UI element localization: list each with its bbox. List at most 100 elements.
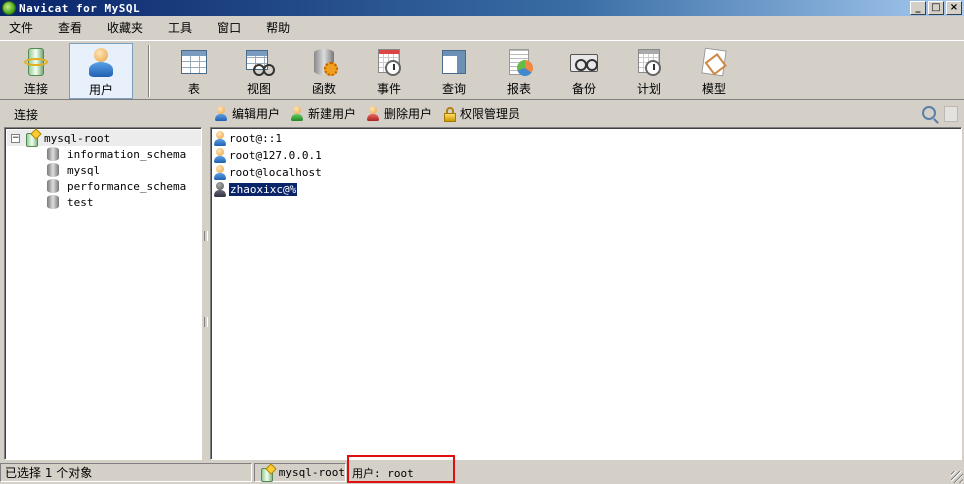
user-icon xyxy=(85,47,117,79)
close-button[interactable]: × xyxy=(946,1,962,15)
query-icon xyxy=(438,46,470,78)
new-user-button[interactable]: 新建用户 xyxy=(290,105,356,122)
toolbar-backup-label: 备份 xyxy=(571,82,596,96)
user-list-item[interactable]: root@localhost xyxy=(213,164,322,181)
toolbar-schedule-label: 计划 xyxy=(636,82,661,96)
user-icon xyxy=(213,130,227,147)
user-list[interactable]: root@::1 root@127.0.0.1 root@localhost z… xyxy=(210,127,962,460)
resize-grip[interactable] xyxy=(951,471,963,483)
event-icon xyxy=(373,46,405,78)
toolbar-connect-label: 连接 xyxy=(23,82,48,96)
toolbar-backup-button[interactable]: 备份 xyxy=(552,43,616,99)
view-mode-icon[interactable] xyxy=(944,106,958,122)
toolbar-report-label: 报表 xyxy=(506,82,531,96)
new-user-icon xyxy=(290,105,306,122)
toolbar-schedule-button[interactable]: 计划 xyxy=(617,43,681,99)
user-icon xyxy=(213,164,227,181)
toolbar-event-label: 事件 xyxy=(376,82,401,96)
delete-user-icon xyxy=(366,105,382,122)
status-user-text: 用户: root xyxy=(352,466,414,480)
database-icon xyxy=(47,163,59,177)
main-toolbar: 连接 用户 表 视图 函数 事件 查询 报表 备份 计划 模型 xyxy=(0,40,964,100)
user-actions: 编辑用户 新建用户 删除用户 权限管理员 xyxy=(214,105,530,122)
menu-bar: 文件 查看 收藏夹 工具 窗口 帮助 xyxy=(0,17,964,39)
toolbar-report-button[interactable]: 报表 xyxy=(487,43,551,99)
toolbar-user-label: 用户 xyxy=(88,83,113,97)
splitter-grip xyxy=(204,231,208,241)
status-user: 用户: root xyxy=(348,463,962,482)
user-list-item[interactable]: root@127.0.0.1 xyxy=(213,147,322,164)
toolbar-table-label: 表 xyxy=(187,82,200,96)
tree-connection-label: mysql-root xyxy=(44,131,111,145)
status-connection: mysql-root xyxy=(254,463,346,482)
toolbar-view-button[interactable]: 视图 xyxy=(227,43,291,99)
function-icon xyxy=(308,46,340,78)
menu-favorites[interactable]: 收藏夹 xyxy=(100,18,150,38)
collapse-icon[interactable]: − xyxy=(11,133,20,143)
toolbar-separator xyxy=(148,45,150,97)
tree-database-test[interactable]: test xyxy=(47,194,94,210)
object-toolbar: 连接 编辑用户 新建用户 删除用户 权限管理员 xyxy=(0,102,964,126)
user-name: root@127.0.0.1 xyxy=(229,149,322,162)
maximize-button[interactable]: □ xyxy=(928,1,944,15)
tree-connection-mysql-root[interactable]: − mysql-root xyxy=(7,130,201,147)
toolbar-function-button[interactable]: 函数 xyxy=(292,43,356,99)
panel-splitter[interactable] xyxy=(203,127,209,460)
splitter-grip xyxy=(204,317,208,327)
tree-database-label: test xyxy=(67,195,94,209)
report-icon xyxy=(503,46,535,78)
toolbar-query-button[interactable]: 查询 xyxy=(422,43,486,99)
status-bar: 已选择 1 个对象 mysql-root 用户: root xyxy=(0,462,964,484)
minimize-button[interactable]: _ xyxy=(910,1,926,15)
toolbar-view-label: 视图 xyxy=(246,82,271,96)
toolbar-event-button[interactable]: 事件 xyxy=(357,43,421,99)
tree-database-label: performance_schema xyxy=(67,179,187,193)
user-icon xyxy=(213,181,227,198)
model-icon xyxy=(698,46,730,78)
user-name: root@::1 xyxy=(229,132,282,145)
edit-user-button[interactable]: 编辑用户 xyxy=(214,105,280,122)
search-icon[interactable] xyxy=(922,106,936,120)
user-name: root@localhost xyxy=(229,166,322,179)
user-list-item[interactable]: root@::1 xyxy=(213,130,282,147)
window-title: Navicat for MySQL xyxy=(19,1,141,15)
lock-icon xyxy=(442,106,458,122)
toolbar-model-label: 模型 xyxy=(701,82,726,96)
table-icon xyxy=(178,46,210,78)
database-icon xyxy=(47,195,59,209)
tree-database-information-schema[interactable]: information_schema xyxy=(47,146,186,162)
toolbar-connect-button[interactable]: 连接 xyxy=(4,43,68,99)
menu-window[interactable]: 窗口 xyxy=(210,18,248,38)
user-list-item-selected[interactable]: zhaoxixc@% xyxy=(213,181,299,198)
database-icon xyxy=(47,147,59,161)
toolbar-model-button[interactable]: 模型 xyxy=(682,43,746,99)
delete-user-button[interactable]: 删除用户 xyxy=(366,105,432,122)
tree-database-performance-schema[interactable]: performance_schema xyxy=(47,178,186,194)
toolbar-user-button[interactable]: 用户 xyxy=(69,43,133,99)
toolbar-function-label: 函数 xyxy=(311,82,336,96)
menu-file[interactable]: 文件 xyxy=(2,18,40,38)
privilege-manager-button[interactable]: 权限管理员 xyxy=(442,105,520,122)
edit-user-label: 编辑用户 xyxy=(232,107,281,121)
connect-icon xyxy=(20,46,52,78)
user-name: zhaoxixc@% xyxy=(227,182,299,197)
window-controls: _ □ × xyxy=(910,1,962,15)
backup-icon xyxy=(568,46,600,78)
menu-tools[interactable]: 工具 xyxy=(161,18,199,38)
connection-tree[interactable]: − mysql-root information_schema mysql pe… xyxy=(4,127,202,460)
toolbar-table-button[interactable]: 表 xyxy=(162,43,226,99)
menu-help[interactable]: 帮助 xyxy=(259,18,297,38)
new-user-label: 新建用户 xyxy=(308,107,357,121)
menu-view[interactable]: 查看 xyxy=(51,18,89,38)
connection-icon xyxy=(24,130,40,147)
navicat-app-icon xyxy=(2,1,16,15)
database-icon xyxy=(47,179,59,193)
toolbar-query-label: 查询 xyxy=(441,82,466,96)
title-bar: Navicat for MySQL _ □ × xyxy=(0,0,964,16)
status-connection-text: mysql-root xyxy=(278,466,345,479)
tree-database-mysql[interactable]: mysql xyxy=(47,162,100,178)
connections-header: 连接 xyxy=(14,108,39,122)
connection-icon xyxy=(259,465,275,482)
privilege-manager-label: 权限管理员 xyxy=(460,107,521,121)
tree-database-label: mysql xyxy=(67,163,101,177)
